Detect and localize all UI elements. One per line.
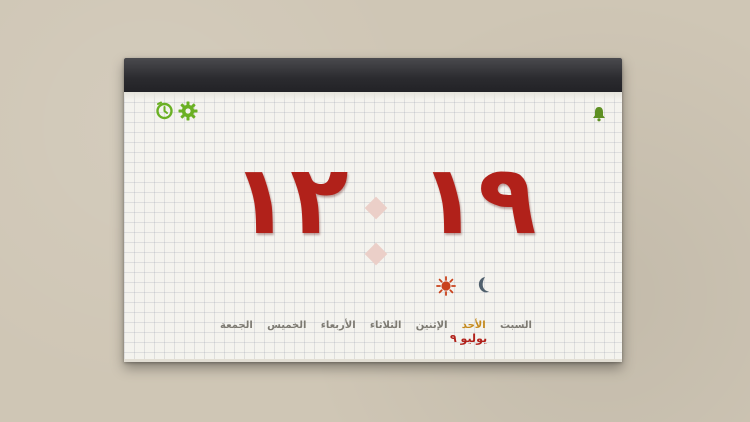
current-date: يوليو ٩ <box>450 332 488 345</box>
clock-notepad: ١٢ ١٩ السبت الأحد الإثنين الثلاثاء الأرب… <box>124 58 622 362</box>
weekday-friday[interactable]: الجمعة <box>220 320 253 331</box>
timer-icon[interactable] <box>155 101 174 120</box>
sun-icon[interactable] <box>436 276 456 296</box>
minutes-digits: ١٢ <box>231 144 349 256</box>
time-display: ١٢ ١٩ <box>124 140 622 266</box>
grid-paper: ١٢ ١٩ السبت الأحد الإثنين الثلاثاء الأرب… <box>124 92 622 362</box>
gear-icon[interactable] <box>178 101 198 121</box>
weekday-sunday[interactable]: الأحد <box>462 320 486 331</box>
weekday-wednesday[interactable]: الأربعاء <box>321 320 356 331</box>
bell-icon[interactable] <box>592 106 606 122</box>
weekday-tuesday[interactable]: الثلاثاء <box>370 320 401 331</box>
moon-icon[interactable] <box>474 276 490 294</box>
weekday-saturday[interactable]: السبت <box>500 320 532 331</box>
paper-tear-edge <box>124 92 622 100</box>
notepad-binding <box>124 58 622 92</box>
hours-digits: ١٩ <box>419 144 537 256</box>
time-separator-bottom <box>364 242 388 266</box>
time-separator-top <box>364 196 388 220</box>
weekday-row: السبت الأحد الإثنين الثلاثاء الأربعاء ال… <box>220 320 532 331</box>
weekday-thursday[interactable]: الخميس <box>267 320 306 331</box>
weekday-monday[interactable]: الإثنين <box>416 320 448 331</box>
